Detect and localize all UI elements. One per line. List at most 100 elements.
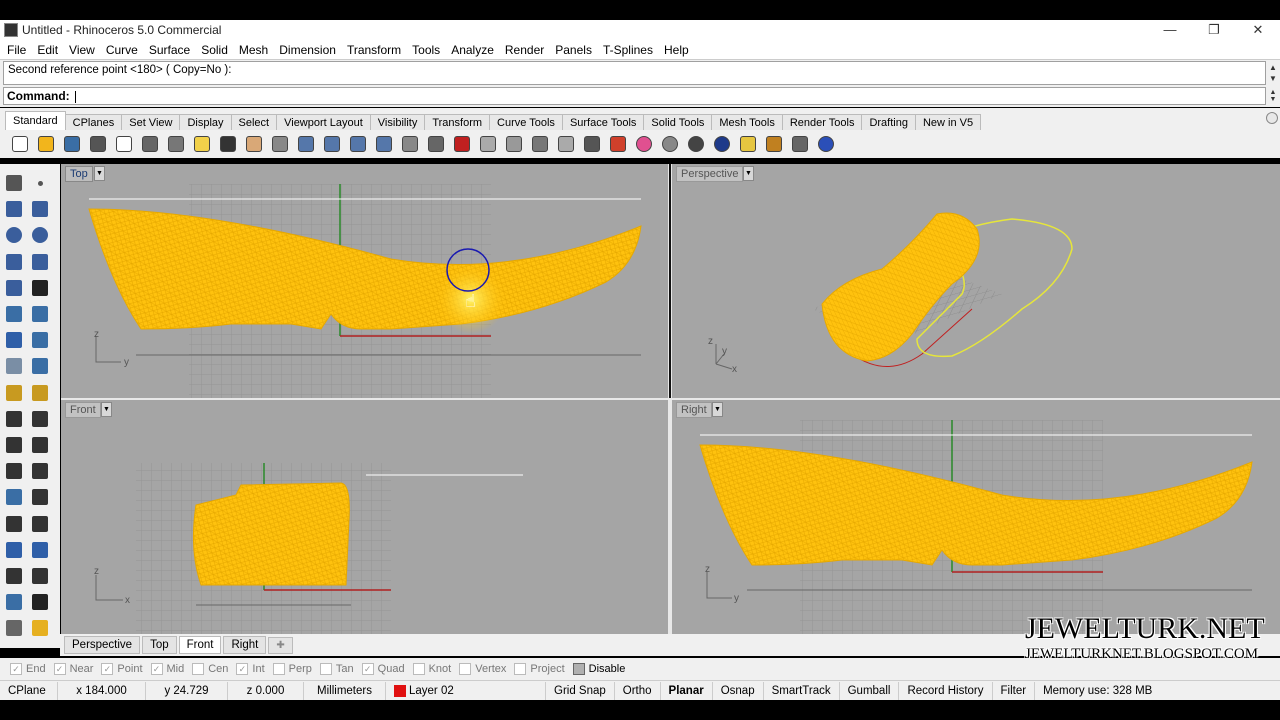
options-icon[interactable] (763, 133, 785, 155)
tab-transform[interactable]: Transform (424, 114, 491, 130)
add-viewport-tab-icon[interactable]: ✚ (268, 636, 293, 654)
tab-surface-tools[interactable]: Surface Tools (561, 114, 645, 130)
menu-analyze[interactable]: Analyze (446, 43, 500, 57)
layer-icon[interactable] (607, 133, 629, 155)
menu-panels[interactable]: Panels (550, 43, 598, 57)
lock2-icon[interactable] (581, 133, 603, 155)
ellipse-icon[interactable] (29, 224, 51, 246)
bulb-icon[interactable] (555, 133, 577, 155)
osnap-quad[interactable]: ✓ Quad (361, 663, 405, 675)
command-line[interactable]: Command: (3, 87, 1266, 105)
perspective-viewport-canvas[interactable]: z y x (672, 164, 1280, 398)
osnap-int[interactable]: ✓ Int (236, 663, 265, 675)
viewport-label-top[interactable]: Top (65, 166, 93, 182)
checkbox-icon[interactable]: ✓ (53, 663, 66, 675)
tab-display[interactable]: Display (179, 114, 232, 130)
osnap-knot[interactable]: Knot (412, 663, 451, 675)
render-icon[interactable] (685, 133, 707, 155)
help-icon[interactable] (815, 133, 837, 155)
color-wheel-icon[interactable] (633, 133, 655, 155)
hide-icon[interactable] (477, 133, 499, 155)
circle-icon[interactable] (3, 224, 25, 246)
solid-icon[interactable] (3, 539, 25, 561)
menu-curve[interactable]: Curve (101, 43, 144, 57)
viewport-menu-perspective-icon[interactable]: ▼ (743, 166, 754, 181)
viewport-tab-top[interactable]: Top (142, 636, 177, 654)
command-scroll-icon[interactable]: ▲ ▼ (1267, 89, 1279, 103)
viewport-menu-right-icon[interactable]: ▼ (712, 402, 723, 417)
menu-tools[interactable]: Tools (407, 43, 446, 57)
checkbox-icon[interactable] (319, 663, 332, 675)
restore-button[interactable]: ❐ (1192, 20, 1236, 40)
osnap-near[interactable]: ✓ Near (53, 663, 93, 675)
checkbox-icon[interactable] (572, 663, 585, 675)
osnap-vertex[interactable]: Vertex (459, 663, 506, 675)
osnap-project[interactable]: Project (514, 663, 565, 675)
top-viewport-canvas[interactable]: ☝ z y (61, 164, 668, 398)
tab-standard[interactable]: Standard (5, 111, 66, 130)
viewport-label-perspective[interactable]: Perspective (676, 166, 744, 182)
viewport-splitter-horizontal[interactable] (61, 398, 1280, 400)
new-icon[interactable] (9, 133, 31, 155)
gumball-toggle[interactable]: Gumball (840, 681, 900, 700)
right-viewport-canvas[interactable]: z y (672, 400, 1280, 634)
tab-set-view[interactable]: Set View (121, 114, 181, 130)
checkbox-icon[interactable]: ✓ (101, 663, 114, 675)
print-icon[interactable] (87, 133, 109, 155)
car-icon[interactable] (451, 133, 473, 155)
checkbox-icon[interactable] (412, 663, 425, 675)
array-icon[interactable] (3, 513, 25, 535)
checkbox-icon[interactable] (459, 663, 472, 675)
lock-icon[interactable] (529, 133, 551, 155)
select-arrow-icon[interactable] (3, 172, 25, 194)
copy-icon[interactable] (165, 133, 187, 155)
minimize-button[interactable]: — (1148, 20, 1192, 40)
menu-solid[interactable]: Solid (196, 43, 234, 57)
tab-render-tools[interactable]: Render Tools (781, 114, 863, 130)
menu-view[interactable]: View (64, 43, 101, 57)
dimension-icon[interactable] (29, 539, 51, 561)
cylinder-icon[interactable] (3, 355, 25, 377)
checkbox-icon[interactable] (272, 663, 285, 675)
check-icon[interactable] (29, 591, 51, 613)
tab-visibility[interactable]: Visibility (369, 114, 426, 130)
zoom-selected-icon[interactable] (373, 133, 395, 155)
osnap-toggle[interactable]: Osnap (713, 681, 764, 700)
osnap-end[interactable]: ✓ End (10, 663, 46, 675)
tab-cplanes[interactable]: CPlanes (64, 114, 123, 130)
viewport-menu-front-icon[interactable]: ▼ (101, 402, 112, 417)
menu-tsplines[interactable]: T-Splines (598, 43, 659, 57)
scale-icon[interactable] (29, 460, 51, 482)
menu-surface[interactable]: Surface (144, 43, 196, 57)
osnap-point[interactable]: ✓ Point (101, 663, 143, 675)
split-icon[interactable] (3, 408, 25, 430)
record-history-toggle[interactable]: Record History (899, 681, 993, 700)
osnap-icon[interactable] (789, 133, 811, 155)
grid-icon[interactable] (425, 133, 447, 155)
align-icon[interactable] (29, 513, 51, 535)
osnap-perp[interactable]: Perp (272, 663, 312, 675)
rotate-tool-icon[interactable] (3, 460, 25, 482)
osnap-cen[interactable]: Cen (192, 663, 228, 675)
open-icon[interactable] (35, 133, 57, 155)
pan-icon[interactable] (243, 133, 265, 155)
cplane-indicator[interactable]: CPlane (0, 681, 58, 700)
rotate-icon[interactable] (269, 133, 291, 155)
layer-indicator[interactable]: Layer 02 (386, 681, 546, 700)
menu-transform[interactable]: Transform (342, 43, 407, 57)
polyline-icon[interactable] (3, 198, 25, 220)
viewport-label-right[interactable]: Right (676, 402, 712, 418)
osnap-mid[interactable]: ✓ Mid (150, 663, 184, 675)
cut-icon[interactable] (139, 133, 161, 155)
viewport-top[interactable]: ☝ z y Top ▼ (61, 164, 668, 398)
scroll-down-icon[interactable]: ▼ (1267, 73, 1279, 85)
planar-toggle[interactable]: Planar (661, 681, 713, 700)
menu-dimension[interactable]: Dimension (274, 43, 342, 57)
front-viewport-canvas[interactable]: z x (61, 400, 668, 634)
curve-points-icon[interactable] (29, 198, 51, 220)
zoom-extents-icon[interactable] (347, 133, 369, 155)
menu-mesh[interactable]: Mesh (234, 43, 274, 57)
tab-new-in-v5[interactable]: New in V5 (914, 114, 982, 130)
transform-tool-icon[interactable] (29, 486, 51, 508)
arc-icon[interactable] (3, 251, 25, 273)
